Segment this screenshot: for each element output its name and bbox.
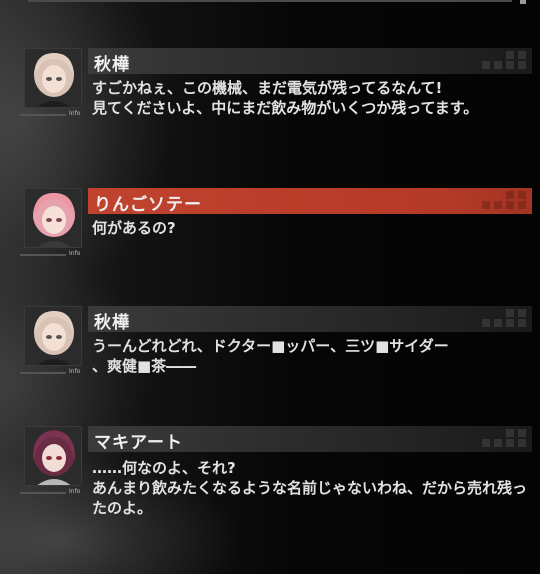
- speaker-name-bar-active: りんごソテー: [88, 188, 532, 215]
- info-label: Info: [69, 250, 81, 257]
- speaker-name: 秋樺: [94, 55, 130, 75]
- top-divider-cap: [520, 0, 526, 4]
- dialogue-text: うーんどれどれ、ドクター■ッパー、三ツ■サイダー 、爽健■茶――: [92, 337, 449, 375]
- info-bar: [20, 492, 66, 494]
- speaker-name: りんごソテー: [94, 195, 202, 215]
- name-bar-decoration: [482, 51, 528, 71]
- speaker-name-bar: マキアート: [88, 426, 532, 453]
- portrait-akika: [24, 306, 82, 366]
- portrait-macchiato: [24, 426, 82, 486]
- speaker-name-bar: 秋樺: [88, 306, 532, 333]
- info-label: Info: [69, 368, 81, 375]
- name-bar-decoration: [482, 429, 528, 449]
- speaker-name: マキアート: [94, 433, 183, 453]
- portrait-akika: [24, 48, 82, 108]
- info-label: Info: [69, 110, 81, 117]
- portrait-ringo-saute: [24, 188, 82, 248]
- info-bar: [20, 372, 66, 374]
- name-bar-decoration: [482, 309, 528, 329]
- dialogue-text: ……何なのよ、それ? あんまり飲みたくなるような名前じゃないわね、だから売れ残っ…: [92, 459, 528, 517]
- top-divider: [28, 0, 512, 2]
- dialogue-text: 何があるの?: [92, 219, 176, 237]
- name-bar-decoration: [482, 191, 528, 211]
- speaker-name-bar: 秋樺: [88, 48, 532, 75]
- info-bar: [20, 254, 66, 256]
- info-label: Info: [69, 488, 81, 495]
- info-bar: [20, 114, 66, 116]
- dialogue-text: すごかねぇ、この機械、まだ電気が残ってるなんて! 見てくださいよ、中にまだ飲み物…: [92, 79, 479, 117]
- speaker-name: 秋樺: [94, 313, 130, 333]
